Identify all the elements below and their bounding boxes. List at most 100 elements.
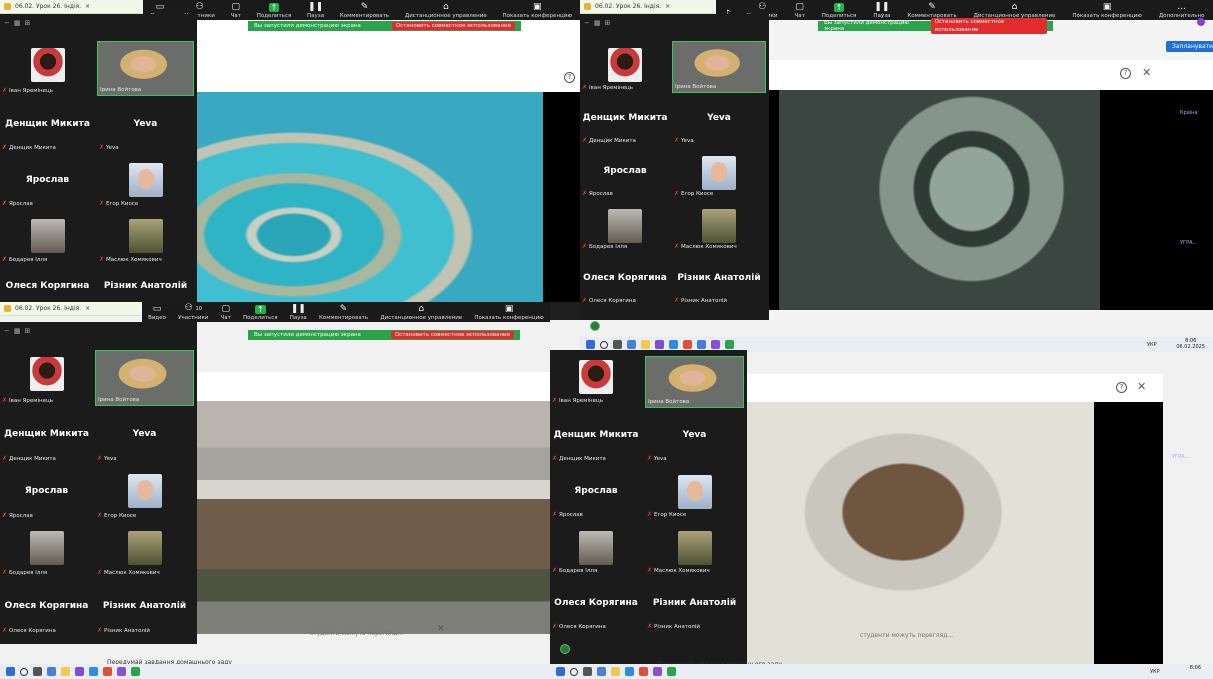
pause-button[interactable]: ❚❚ Пауза xyxy=(304,2,327,20)
show-meeting-button[interactable]: ▣ Показать конференцию xyxy=(1069,2,1144,20)
participants-button[interactable]: ⚇ 10 Участники xyxy=(175,303,211,322)
participant-tile[interactable]: ✗ Егор Киосе xyxy=(97,154,194,209)
windows-start-icon[interactable] xyxy=(556,667,565,676)
participant-tile[interactable]: ✗ Іван Яремінець xyxy=(550,356,642,406)
gallery-grid-icon[interactable]: ⊞ xyxy=(25,327,31,335)
share-button[interactable]: ↑ Поделиться xyxy=(254,3,295,20)
windows-start-icon[interactable] xyxy=(6,667,15,676)
stop-sharing-button[interactable]: Остановить совместное использование xyxy=(391,22,515,30)
participant-tile-active[interactable]: Ірина Войтова xyxy=(672,41,766,93)
remote-control-button[interactable]: ⌂ Дистанционное управление xyxy=(377,304,465,322)
participant-tile[interactable]: Різник Анатолій ✗ Різник Анатолій xyxy=(672,254,766,306)
opera-icon[interactable] xyxy=(103,667,112,676)
tab-close-icon[interactable]: × xyxy=(85,3,90,10)
minimize-icon[interactable]: − xyxy=(4,327,10,335)
participant-tile[interactable]: ✗ Егор Киосе xyxy=(672,147,766,199)
schedule-button[interactable]: Запланувати xyxy=(1166,41,1213,52)
show-meeting-button[interactable]: ▣ Показать конференцию xyxy=(471,304,546,322)
viber-icon[interactable] xyxy=(711,340,720,349)
participant-tile-active[interactable]: Ірина Войтова xyxy=(97,41,194,96)
gallery-grid-icon[interactable]: ⊞ xyxy=(605,19,611,27)
participant-tile[interactable]: Різник Анатолій ✗ Різник Анатолій xyxy=(95,580,194,636)
app-icon[interactable] xyxy=(75,667,84,676)
app-icon[interactable] xyxy=(47,667,56,676)
participant-tile[interactable]: ✗ Егор Киосе xyxy=(95,465,194,521)
chat-bubble-icon[interactable] xyxy=(590,321,600,331)
video-button[interactable]: ▭Видео xyxy=(145,304,169,322)
participant-tile[interactable]: Різник Анатолій xyxy=(97,266,194,302)
minimize-icon[interactable]: − xyxy=(584,19,590,27)
help-icon[interactable]: ? xyxy=(564,72,575,83)
app-icon[interactable] xyxy=(597,667,606,676)
participant-tile[interactable]: Олеся Корягина xyxy=(0,266,95,302)
viber-icon[interactable] xyxy=(117,667,126,676)
participant-tile[interactable]: Ярослав ✗ Ярослав xyxy=(0,465,93,521)
chat-button[interactable]: ▢ Чат xyxy=(218,304,234,322)
app-icon[interactable] xyxy=(627,340,636,349)
participant-tile[interactable]: ✗ Маслюк Хомякович xyxy=(95,522,194,578)
browser-tab[interactable]: 06.02. Урок 26. Індія. × xyxy=(0,302,142,316)
participant-tile[interactable]: Денщик Микита ✗ Денщик Микита xyxy=(550,410,642,464)
participant-tile[interactable]: Ярослав ✗ Ярослав xyxy=(580,147,670,199)
help-icon[interactable]: ? xyxy=(1120,68,1131,79)
participant-tile[interactable]: ✗ Маслюк Хомякович xyxy=(97,210,194,265)
participant-tile[interactable]: Ярослав ✗ Ярослав xyxy=(0,154,95,209)
clock[interactable]: 8:06 xyxy=(1190,665,1201,671)
participant-tile[interactable]: Yeva ✗ Yeva xyxy=(97,98,194,153)
folder-icon[interactable] xyxy=(641,340,650,349)
participant-tile[interactable]: ✗ Бодарев Ілля xyxy=(0,522,93,578)
annotate-button[interactable]: ✎ Комментировать xyxy=(337,2,392,20)
participant-tile[interactable]: Олеся Корягина ✗ Олеся Корягина xyxy=(550,578,642,632)
participant-tile[interactable]: ✗ Іван Яремінець xyxy=(0,39,95,96)
chat-button[interactable]: ▢ Чат xyxy=(228,2,244,20)
participant-tile-active[interactable]: Ірина Войтова xyxy=(645,356,744,408)
annotate-button[interactable]: ✎ Комментировать xyxy=(316,304,371,322)
windows-start-icon[interactable] xyxy=(586,340,595,349)
grid-view-icon[interactable]: ▦ xyxy=(594,19,601,27)
chrome-icon[interactable] xyxy=(725,340,734,349)
help-icon[interactable]: ? xyxy=(1116,382,1127,393)
participant-tile[interactable]: Різник Анатолій ✗ Різник Анатолій xyxy=(645,578,744,632)
minimize-icon[interactable]: − xyxy=(4,19,10,27)
opera-icon[interactable] xyxy=(639,667,648,676)
tab-close-icon[interactable]: × xyxy=(665,3,670,10)
zoom-icon[interactable] xyxy=(669,340,678,349)
browser-tab[interactable]: 06.02. Урок 26. Індія. × xyxy=(580,0,716,14)
participant-tile[interactable]: Олеся Корягина ✗ Олеся Корягина xyxy=(580,254,670,306)
participant-tile[interactable]: Денщик Микита ✗ Денщик Микита xyxy=(0,408,93,464)
remote-control-button[interactable]: ⌂ Дистанционное управление xyxy=(402,2,490,20)
zoom-icon[interactable] xyxy=(625,667,634,676)
participant-tile[interactable]: ✗ Іван Яремінець xyxy=(0,348,93,406)
chat-button[interactable]: ▢ Чат xyxy=(791,2,807,20)
stop-sharing-button[interactable]: Остановить совместное использование xyxy=(930,18,1047,34)
viber-icon[interactable] xyxy=(653,667,662,676)
zoom-icon[interactable] xyxy=(89,667,98,676)
participant-tile[interactable]: Денщик Микита ✗ Денщик Микита xyxy=(580,94,670,146)
participant-tile[interactable]: Денщик Микита ✗ Денщик Микита xyxy=(0,98,95,153)
participant-tile[interactable]: ✗ Бодарев Ілля xyxy=(580,200,670,252)
chat-bubble-icon[interactable] xyxy=(560,644,570,654)
participant-tile[interactable]: ✗ Маслюк Хомякович xyxy=(645,522,744,576)
search-icon[interactable] xyxy=(600,340,608,349)
app-icon[interactable] xyxy=(655,340,664,349)
participant-tile[interactable]: ✗ Іван Яремінець xyxy=(580,39,670,93)
share-button[interactable]: ↑ Поделиться xyxy=(819,3,860,20)
gallery-grid-icon[interactable]: ⊞ xyxy=(25,19,31,27)
close-icon[interactable]: ✕ xyxy=(1137,380,1146,393)
participant-tile[interactable]: Yeva ✗ Yeva xyxy=(95,408,194,464)
pause-button[interactable]: ❚❚ Пауза xyxy=(287,304,310,322)
participant-tile-active[interactable]: Ірина Войтова xyxy=(95,350,194,406)
participant-tile[interactable]: Олеся Корягина ✗ Олеся Корягина xyxy=(0,580,93,636)
participant-tile[interactable]: ✗ Егор Киосе xyxy=(645,466,744,520)
search-icon[interactable] xyxy=(570,667,578,676)
app-icon[interactable] xyxy=(697,340,706,349)
chrome-icon[interactable] xyxy=(131,667,140,676)
close-icon[interactable]: ✕ xyxy=(1142,66,1151,79)
search-icon[interactable] xyxy=(20,667,28,676)
grid-view-icon[interactable]: ▦ xyxy=(14,327,21,335)
show-meeting-button[interactable]: ▣ Показать конференцию xyxy=(500,2,575,20)
tab-close-icon[interactable]: × xyxy=(85,305,90,312)
folder-icon[interactable] xyxy=(611,667,620,676)
task-view-icon[interactable] xyxy=(583,667,592,676)
opera-icon[interactable] xyxy=(683,340,692,349)
